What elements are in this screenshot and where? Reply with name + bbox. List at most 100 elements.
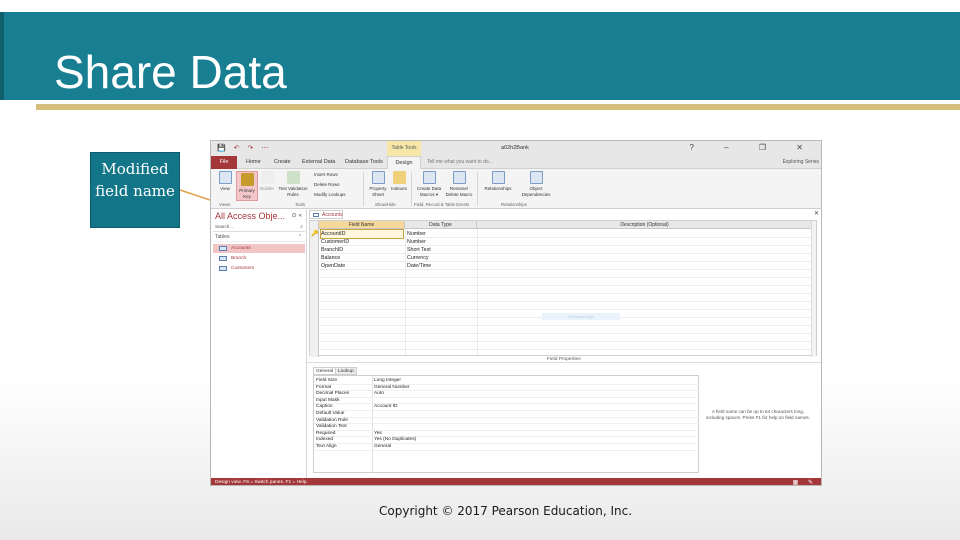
property-row[interactable]: Required Yes [314,431,700,438]
property-sheet-button[interactable]: Property Sheet [367,171,389,197]
data-type-cell[interactable]: Number [407,230,426,238]
create-data-macros-button[interactable]: Create Data Macros ▾ [414,171,444,197]
table-row[interactable] [319,334,816,342]
primary-key-button[interactable]: Primary Key [236,171,258,201]
field-name-cell[interactable]: OpenDate [321,262,345,270]
access-window: 💾 ↶ ↷ ⋯ Table Tools a02h2Bank ? – ❐ ✕ Fi… [210,140,822,486]
property-value[interactable]: Yes (No Duplicates) [374,437,416,444]
row-selector-column[interactable] [310,221,319,357]
close-icon[interactable]: ✕ [814,210,819,217]
tab-external-data[interactable]: External Data [302,159,335,165]
primary-key-label: Primary Key [239,188,255,199]
table-tools-context-tab: Table Tools [387,141,421,156]
window-controls[interactable]: ? – ❐ ✕ [690,143,817,152]
rename-delete-macro-button[interactable]: Rename/ Delete Macro [444,171,474,197]
modify-lookups-button[interactable]: Modify Lookups [314,192,346,197]
ribbon-separator [477,172,478,206]
table-row[interactable] [319,302,816,310]
table-row[interactable] [319,270,816,278]
nav-pane-buttons[interactable]: ⊙« [292,212,304,219]
view-icon [218,171,232,184]
search-icon: ⌕ [300,224,303,230]
insert-rows-button[interactable]: Insert Rows [314,172,338,177]
field-properties-grid: Field Size Long Integer Format General Num… [313,375,700,474]
delete-rows-button[interactable]: Delete Rows [314,182,340,187]
nav-collapse-icon[interactable]: « [299,213,304,219]
object-dependencies-label: Object Dependencies [521,186,551,197]
table-row[interactable]: AccountID Number [319,229,816,239]
table-row[interactable]: CustomerID Number [319,238,816,246]
tab-database-tools[interactable]: Database Tools [345,159,383,165]
indexes-button[interactable]: Indexes [389,171,409,192]
table-row[interactable]: BranchID Short Text [319,246,816,254]
property-row[interactable]: Input Mask [314,398,700,405]
test-validation-label: Test Validation Rules [278,186,308,197]
tab-general[interactable]: General [313,367,337,375]
nav-search-input[interactable]: Search... ⌕ [213,224,305,232]
table-row[interactable] [319,342,816,350]
property-row[interactable]: Indexed Yes (No Duplicates) [314,437,700,444]
relationships-icon [491,171,505,184]
property-row[interactable]: Validation Rule [314,418,700,425]
relationships-label: Relationships [484,186,512,191]
data-type-cell[interactable]: Currency [407,254,429,262]
field-name-cell[interactable]: AccountID [320,229,404,239]
property-row[interactable]: Text Align General [314,444,700,451]
property-value[interactable]: Long Integer [374,378,401,385]
property-row[interactable]: Validation Text [314,424,700,431]
document-tab-accounts[interactable]: Accounts [309,210,343,219]
view-button[interactable]: View [215,171,235,192]
view-switcher-icons[interactable]: ▦ ✎ [793,479,817,485]
property-row[interactable]: Field Size Long Integer [314,378,700,385]
field-name-cell[interactable]: BranchID [321,246,343,254]
ribbon-separator [363,172,364,206]
field-name-cell[interactable]: Balance [321,254,340,262]
data-type-cell[interactable]: Short Text [407,246,431,254]
test-validation-button[interactable]: Test Validation Rules [276,171,310,197]
property-value[interactable]: Account ID [374,404,397,411]
property-value[interactable]: Auto [374,391,384,398]
property-label: Caption [316,404,333,410]
pane-divider[interactable] [307,362,821,363]
nav-item-customers[interactable]: Customers [213,264,305,273]
table-icon [219,266,227,271]
vertical-scrollbar[interactable] [811,221,816,357]
property-row[interactable]: Default Value [314,411,700,418]
object-dependencies-button[interactable]: Object Dependencies [517,171,555,197]
relationships-button[interactable]: Relationships [479,171,517,192]
table-row[interactable] [319,294,816,302]
document-area: Accounts ✕ 🔑 Field Name Data Type Descri… [307,209,821,478]
group-views: Views [219,202,231,207]
builder-button[interactable]: Builder [258,171,276,192]
tab-file[interactable]: File [211,156,237,169]
tab-create[interactable]: Create [274,159,291,165]
create-data-macros-label: Create Data Macros ▾ [416,186,442,197]
property-value[interactable]: General [374,444,391,451]
user-name[interactable]: Exploring Series [783,159,819,165]
nav-item-label: Accounts [231,246,251,251]
primary-key-icon: 🔑 [311,231,319,237]
data-type-cell[interactable]: Date/Time [407,262,431,270]
quick-access-toolbar[interactable]: 💾 ↶ ↷ ⋯ [217,144,271,152]
property-row[interactable]: Format General Number [314,385,700,392]
tab-home[interactable]: Home [246,159,261,165]
tab-lookup[interactable]: Lookup [335,367,357,375]
table-row[interactable] [319,286,816,294]
data-type-cell[interactable]: Number [407,238,426,246]
table-row[interactable] [319,326,816,334]
field-name-cell[interactable]: CustomerID [321,238,349,246]
property-row[interactable]: Caption Account ID [314,404,700,411]
nav-item-branch[interactable]: Branch [213,254,305,263]
table-row[interactable]: Balance Currency [319,254,816,262]
tab-design[interactable]: Design [387,156,421,169]
nav-dropdown-icon[interactable]: ⊙ [292,213,299,219]
document-tab-label: Accounts [322,212,343,218]
tell-me-box[interactable]: Tell me what you want to do... [427,159,493,165]
test-validation-icon [286,171,300,184]
nav-pane-title[interactable]: All Access Obje... [215,211,295,221]
nav-section-tables[interactable]: Tables ⌃ [213,234,305,242]
table-row[interactable] [319,278,816,286]
table-row[interactable]: OpenDate Date/Time [319,262,816,270]
nav-item-accounts[interactable]: Accounts [213,244,305,253]
property-row[interactable]: Decimal Places Auto [314,391,700,398]
